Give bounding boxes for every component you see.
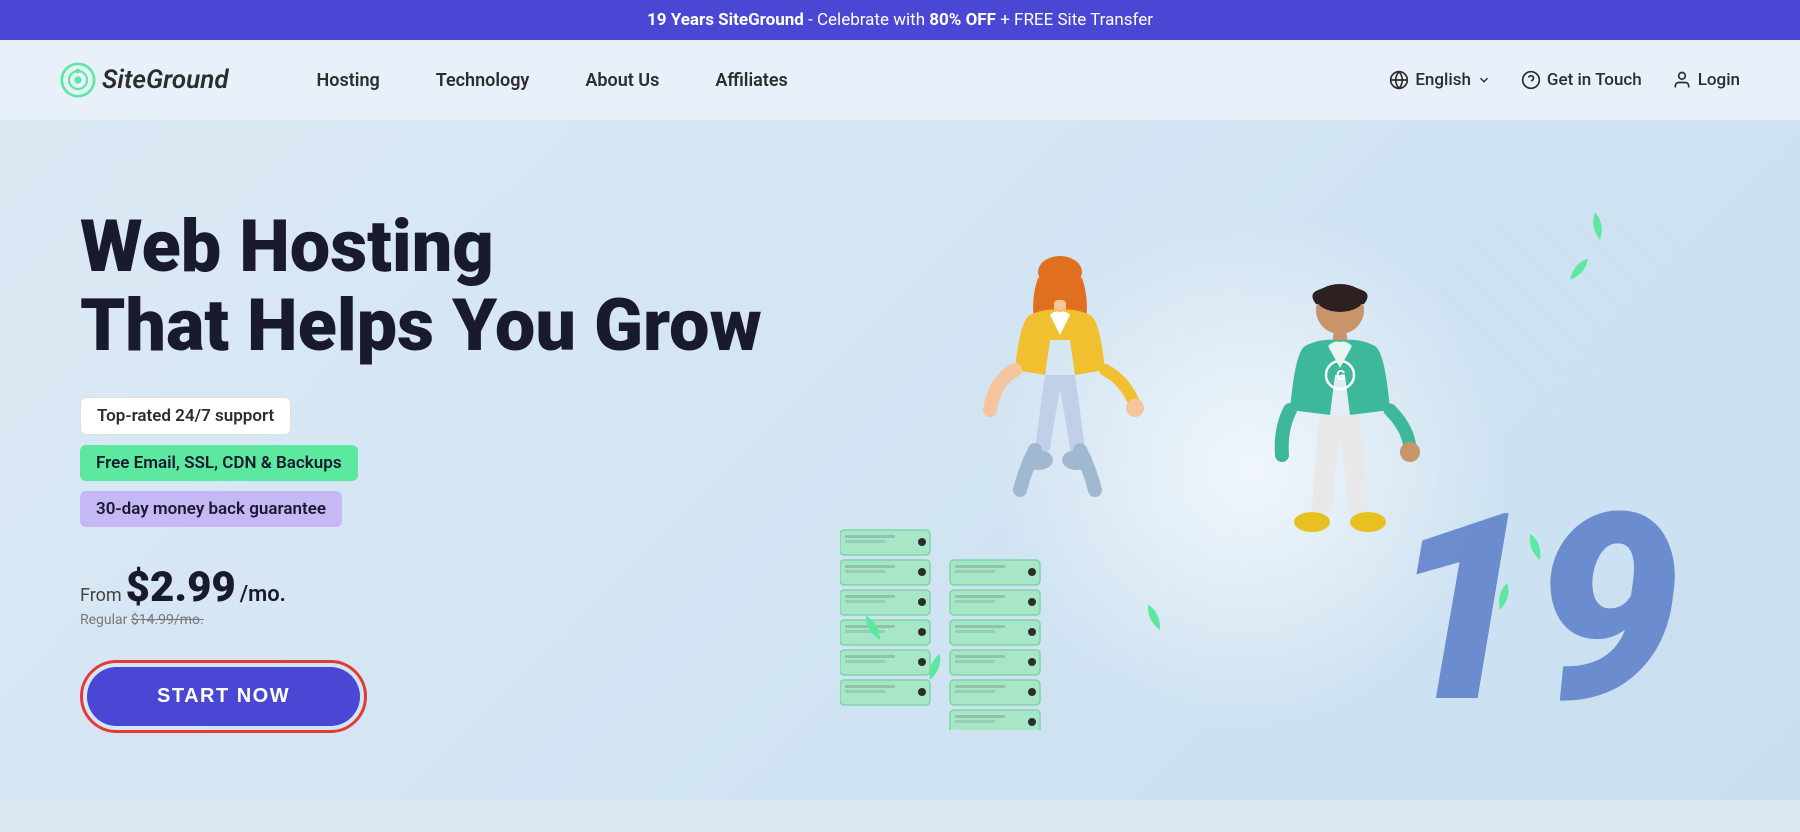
language-icon <box>1389 70 1409 90</box>
banner-strong1: 19 Years SiteGround <box>647 10 804 30</box>
hero-content-left: Web Hosting That Helps You Grow Top-rate… <box>80 207 780 733</box>
start-button-wrapper: START NOW <box>80 660 367 733</box>
price-regular-label: Regular <box>80 612 127 628</box>
start-now-button[interactable]: START NOW <box>87 667 360 726</box>
nav-link-affiliates[interactable]: Affiliates <box>687 60 815 101</box>
login-link[interactable]: Login <box>1672 70 1740 90</box>
price-section: From $2.99 /mo. Regular $14.99/mo. <box>80 563 780 628</box>
hero-badges: Top-rated 24/7 support Free Email, SSL, … <box>80 397 780 527</box>
hero-section: Web Hosting That Helps You Grow Top-rate… <box>0 120 1800 800</box>
nav-link-about-us[interactable]: About Us <box>557 60 687 101</box>
logo-icon <box>60 62 96 98</box>
price-period: /mo. <box>240 582 286 607</box>
nav-right: English Get in Touch Login <box>1389 70 1740 90</box>
language-selector[interactable]: English <box>1389 70 1491 90</box>
badge-guarantee: 30-day money back guarantee <box>80 491 342 527</box>
price-regular-value: $14.99/mo. <box>131 612 204 628</box>
price-from-label: From <box>80 585 122 606</box>
user-icon <box>1672 70 1692 90</box>
price-value: $2.99 <box>126 563 236 612</box>
hero-title-line2: That Helps You Grow <box>80 283 762 368</box>
badge-support: Top-rated 24/7 support <box>80 397 291 435</box>
price-from-line: From $2.99 /mo. <box>80 563 780 612</box>
login-label: Login <box>1698 70 1740 90</box>
banner-strong2: 80% OFF <box>929 10 996 30</box>
chevron-down-icon <box>1477 73 1491 87</box>
badge-free-features: Free Email, SSL, CDN & Backups <box>80 445 358 481</box>
main-nav: SiteGround Hosting Technology About Us A… <box>0 40 1800 120</box>
support-label: Get in Touch <box>1547 70 1642 90</box>
banner-text-middle: - Celebrate with <box>808 10 929 30</box>
nav-link-hosting[interactable]: Hosting <box>289 60 408 101</box>
nav-links: Hosting Technology About Us Affiliates <box>289 60 1390 101</box>
language-label: English <box>1415 70 1471 90</box>
hero-title-line1: Web Hosting <box>80 204 494 289</box>
price-regular: Regular $14.99/mo. <box>80 612 780 628</box>
logo-link[interactable]: SiteGround <box>60 62 229 98</box>
logo-text: SiteGround <box>102 65 229 95</box>
promo-banner: 19 Years SiteGround - Celebrate with 80%… <box>0 0 1800 40</box>
hero-illustration: 19 <box>780 180 1720 760</box>
nav-link-technology[interactable]: Technology <box>408 60 558 101</box>
leaves-decoration <box>850 160 1650 760</box>
hero-title: Web Hosting That Helps You Grow <box>80 207 780 365</box>
banner-text-end: + FREE Site Transfer <box>1000 10 1153 30</box>
get-in-touch-link[interactable]: Get in Touch <box>1521 70 1642 90</box>
support-icon <box>1521 70 1541 90</box>
